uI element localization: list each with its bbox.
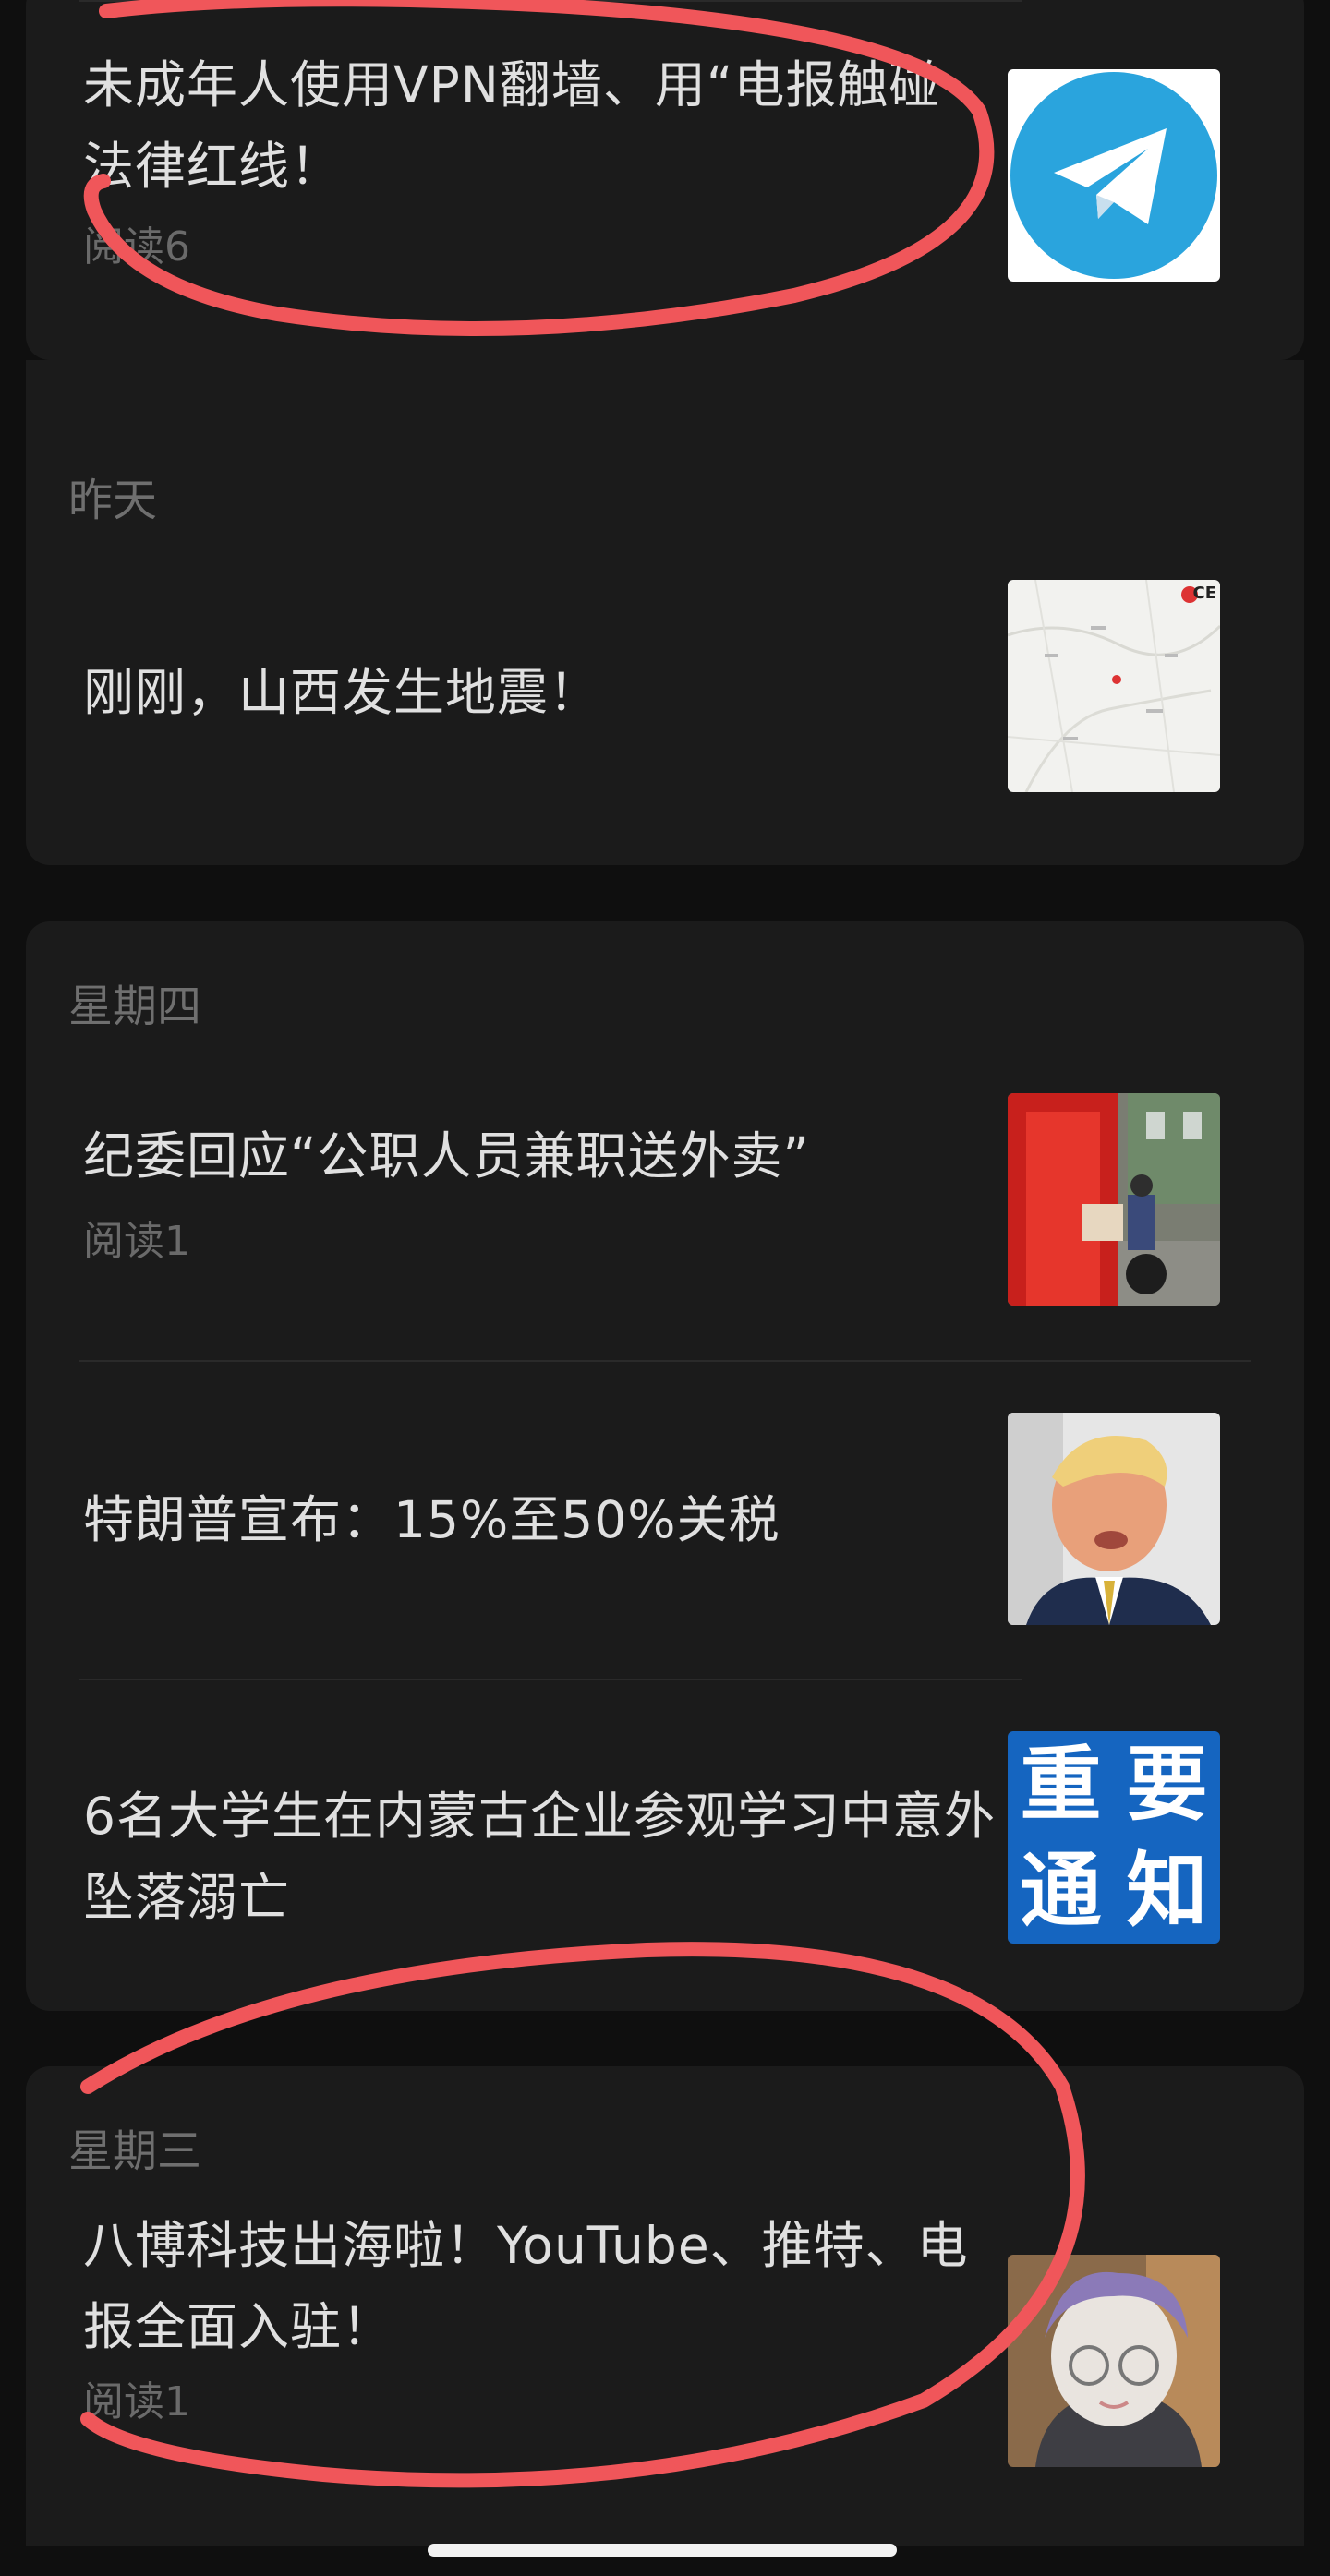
trump-photo xyxy=(1008,1413,1220,1625)
avatar-cartoon-image xyxy=(1008,2255,1220,2467)
article-title: 八博科技出海啦！YouTube、推特、电报全面入驻！ xyxy=(83,2216,969,2356)
home-indicator[interactable] xyxy=(428,2544,897,2557)
article-read-count: 阅读1 xyxy=(83,1218,190,1265)
article-title: 纪委回应“公职人员兼职送外卖” xyxy=(83,1126,810,1186)
notice-char: 重 xyxy=(1020,1736,1102,1832)
notice-char: 要 xyxy=(1126,1736,1208,1832)
divider xyxy=(79,1360,1251,1362)
notice-char: 通 xyxy=(1020,1842,1102,1938)
article-item[interactable]: 纪委回应“公职人员兼职送外卖” 阅读1 xyxy=(26,1060,1304,1355)
telegram-logo-icon xyxy=(1008,69,1220,282)
date-label: 星期三 xyxy=(68,2125,202,2177)
important-notice-image: 重 要 通 知 xyxy=(1008,1731,1220,1944)
date-label: 星期四 xyxy=(68,981,202,1032)
article-read-count: 阅读6 xyxy=(83,223,190,271)
article-title: 刚刚，山西发生地震！ xyxy=(83,663,601,722)
map-badge-text: CE xyxy=(1192,584,1216,603)
article-read-count: 阅读1 xyxy=(83,2378,190,2426)
article-item[interactable]: 未成年人使用VPN翻墙、用“电报触碰法律红线！ 阅读6 xyxy=(26,0,1304,332)
article-title: 6名大学生在内蒙古企业参观学习中意外坠落溺亡 xyxy=(83,1787,996,1927)
article-title: 未成年人使用VPN翻墙、用“电报触碰法律红线！ xyxy=(83,55,941,196)
article-item[interactable]: 6名大学生在内蒙古企业参观学习中意外坠落溺亡 重 要 通 知 xyxy=(26,1683,1304,1988)
article-item[interactable]: 特朗普宣布：15%至50%关税 xyxy=(26,1365,1304,1679)
article-group-wednesday: 星期三 八博科技出海啦！YouTube、推特、电报全面入驻！ 阅读1 xyxy=(26,2066,1304,2546)
date-label: 昨天 xyxy=(68,475,158,526)
article-group-yesterday: 昨天 刚刚，山西发生地震！ CE xyxy=(26,360,1304,865)
article-group-thursday: 星期四 纪委回应“公职人员兼职送外卖” 阅读1 特朗普宣布：15%至50%关税 xyxy=(26,921,1304,2011)
delivery-rider-photo xyxy=(1008,1093,1220,1306)
notice-char: 知 xyxy=(1126,1842,1208,1938)
article-group-top: 未成年人使用VPN翻墙、用“电报触碰法律红线！ 阅读6 xyxy=(26,0,1304,360)
earthquake-map-image: CE xyxy=(1008,580,1220,792)
article-item[interactable]: 八博科技出海啦！YouTube、推特、电报全面入驻！ 阅读1 xyxy=(26,2205,1304,2537)
article-title: 特朗普宣布：15%至50%关税 xyxy=(83,1490,780,1549)
article-item[interactable]: 刚刚，山西发生地震！ CE xyxy=(26,554,1304,831)
divider xyxy=(79,1679,1022,1680)
